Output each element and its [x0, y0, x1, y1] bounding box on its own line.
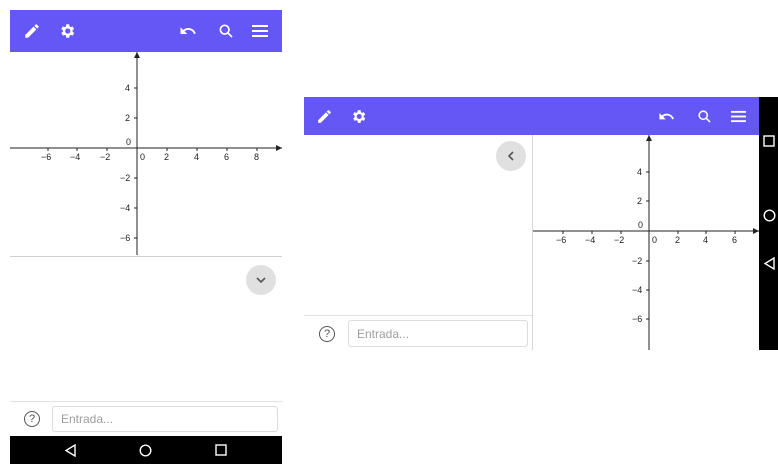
toolbar: [304, 97, 759, 135]
x-tick-label: 6: [732, 235, 737, 245]
x-tick-label: 4: [703, 235, 708, 245]
x-tick-label: −6: [41, 152, 51, 162]
graphics-view[interactable]: −6 −4 −2 0 2 4 6 0 4 2 −2 −4 −6: [533, 135, 759, 350]
input-field[interactable]: Entrada...: [52, 406, 278, 432]
y-tick-label: 2: [637, 196, 642, 206]
y-tick-label: −4: [120, 203, 130, 213]
x-tick-label: 6: [224, 152, 229, 162]
x-tick-label: −6: [556, 235, 566, 245]
input-field[interactable]: Entrada...: [348, 320, 528, 347]
chevron-left-icon: [508, 151, 514, 161]
x-tick-label: 4: [194, 152, 199, 162]
y-tick-label: −6: [632, 314, 642, 324]
gear-icon[interactable]: [57, 21, 77, 41]
y-tick-label: −2: [632, 256, 642, 266]
x-tick-label: 2: [164, 152, 169, 162]
y-tick-label: −4: [632, 285, 642, 295]
origin-label: 0: [126, 137, 131, 147]
graph-axes: −6 −4 −2 0 2 4 6 8 0 4 2 −2 −4 −6: [10, 52, 282, 255]
recents-icon[interactable]: [761, 133, 777, 149]
y-tick-label: −6: [120, 233, 130, 243]
back-icon[interactable]: [62, 442, 78, 458]
menu-icon[interactable]: [250, 21, 270, 41]
x-tick-label: 2: [675, 235, 680, 245]
help-icon[interactable]: ?: [319, 326, 335, 342]
menu-icon[interactable]: [728, 106, 748, 126]
y-tick-label: 2: [125, 113, 130, 123]
algebra-view[interactable]: ? Entrada...: [304, 135, 533, 350]
x-tick-label: −4: [70, 152, 80, 162]
pencil-icon[interactable]: [22, 21, 42, 41]
y-tick-label: −2: [120, 173, 130, 183]
x-tick-label: −4: [585, 235, 595, 245]
portrait-app: −6 −4 −2 0 2 4 6 8 0 4 2 −2 −4 −6 ? Entr…: [10, 10, 282, 464]
algebra-view[interactable]: [10, 256, 282, 405]
home-icon[interactable]: [137, 442, 153, 458]
x-tick-label: 0: [652, 235, 657, 245]
search-icon[interactable]: [694, 106, 714, 126]
nav-bar: [10, 436, 282, 464]
graphics-view[interactable]: −6 −4 −2 0 2 4 6 8 0 4 2 −2 −4 −6: [10, 52, 282, 255]
pencil-icon[interactable]: [314, 106, 334, 126]
gear-icon[interactable]: [348, 106, 368, 126]
collapse-algebra-button[interactable]: [496, 141, 526, 171]
search-icon[interactable]: [216, 21, 236, 41]
input-bar: ? Entrada...: [304, 315, 532, 350]
landscape-app: ? Entrada... −6 −4 −2 0 2 4 6 0 4 2 −2 −…: [304, 97, 778, 350]
input-bar: ? Entrada...: [10, 401, 282, 436]
x-tick-label: 8: [254, 152, 259, 162]
y-tick-label: 4: [125, 83, 130, 93]
back-icon[interactable]: [761, 255, 777, 271]
collapse-algebra-button[interactable]: [246, 265, 276, 295]
undo-icon[interactable]: [178, 21, 198, 41]
undo-icon[interactable]: [656, 106, 676, 126]
x-tick-label: −2: [614, 235, 624, 245]
x-tick-label: 0: [140, 152, 145, 162]
home-icon[interactable]: [761, 207, 777, 223]
x-tick-label: −2: [100, 152, 110, 162]
toolbar: [10, 10, 282, 52]
graph-axes: −6 −4 −2 0 2 4 6 0 4 2 −2 −4 −6: [533, 135, 759, 350]
recents-icon[interactable]: [213, 442, 229, 458]
nav-bar: [759, 97, 778, 350]
y-tick-label: 4: [637, 167, 642, 177]
chevron-down-icon: [256, 277, 266, 283]
help-icon[interactable]: ?: [24, 411, 40, 427]
origin-label: 0: [638, 220, 643, 230]
